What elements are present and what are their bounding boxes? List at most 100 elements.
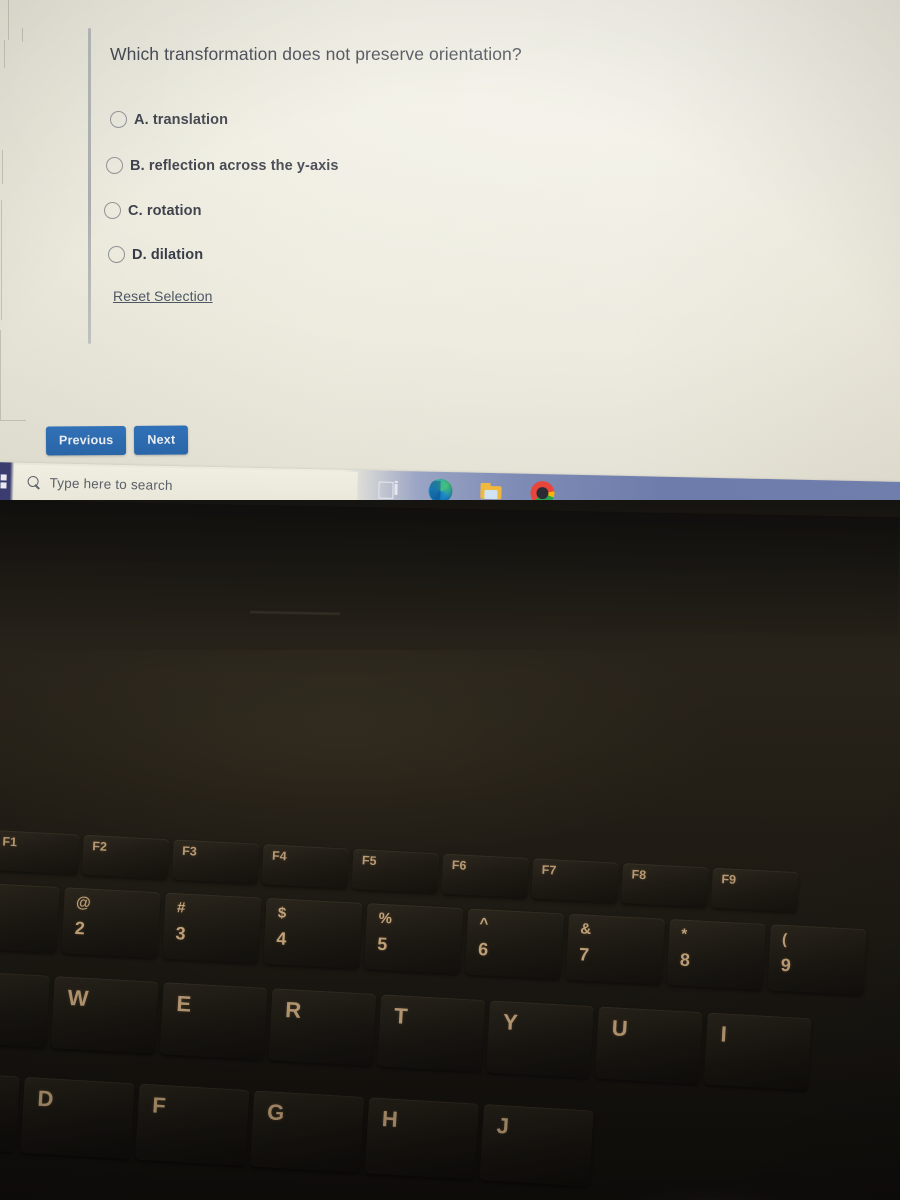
key-d[interactable]: D	[20, 1076, 135, 1160]
key-label: G	[266, 1099, 285, 1126]
radio-button-c[interactable]	[104, 202, 121, 219]
windows-logo-icon	[0, 474, 7, 489]
key-label: R	[284, 997, 302, 1023]
key-9[interactable]: ( 9	[767, 924, 867, 996]
laptop-screen: Which transformation does not preserve o…	[0, 0, 900, 512]
key-label: F8	[631, 867, 647, 883]
page-title: Which transformation does not preserve o…	[110, 44, 522, 64]
key-shift-label: %	[378, 909, 393, 928]
key-1[interactable]: ! 1	[0, 882, 60, 953]
key-q[interactable]: Q	[0, 970, 50, 1048]
laptop-photo: Which transformation does not preserve o…	[0, 0, 900, 1200]
key-label: H	[381, 1106, 399, 1132]
answer-option-a-label: A. translation	[134, 111, 229, 128]
laptop-body: F1 F2 F3 F4 F5 F6 F7 F8 F9 ! 1 @ 2 # 3 $…	[0, 500, 900, 1200]
answer-option-c[interactable]: C. rotation	[104, 202, 202, 219]
key-label: 3	[175, 923, 187, 944]
key-shift-label: ^	[479, 915, 489, 933]
key-label: F3	[181, 843, 198, 859]
task-view-icon[interactable]	[377, 478, 402, 503]
panel-edge	[8, 0, 9, 40]
search-icon	[27, 475, 40, 489]
answer-option-b-label: B. reflection across the y-axis	[130, 157, 339, 174]
key-f9[interactable]: F9	[710, 867, 799, 913]
panel-edge	[4, 40, 5, 68]
key-label: U	[611, 1015, 629, 1042]
key-label: F	[151, 1092, 167, 1119]
key-label: F2	[91, 839, 108, 854]
key-label: F6	[451, 858, 467, 873]
key-label: W	[66, 984, 90, 1011]
key-6[interactable]: ^ 6	[464, 908, 565, 980]
question-card: Which transformation does not preserve o…	[110, 44, 830, 66]
key-label: E	[175, 990, 192, 1017]
key-u[interactable]: U	[594, 1006, 703, 1085]
panel-edge	[0, 420, 26, 421]
key-f6[interactable]: F6	[441, 853, 530, 898]
search-placeholder: Type here to search	[49, 474, 173, 493]
key-label: Y	[502, 1009, 519, 1035]
keyboard-home-row: S D F G H J	[0, 1070, 594, 1187]
key-f5[interactable]: F5	[351, 848, 440, 894]
quiz-navigation: Previous Next	[45, 425, 189, 456]
key-5[interactable]: % 5	[363, 903, 464, 975]
start-button[interactable]	[0, 468, 12, 495]
key-h[interactable]: H	[364, 1097, 479, 1180]
radio-button-a[interactable]	[110, 111, 127, 128]
key-4[interactable]: $ 4	[263, 897, 363, 969]
laptop-hinge	[0, 500, 900, 638]
key-s[interactable]: S	[0, 1070, 20, 1153]
key-label: F5	[361, 853, 377, 869]
keyboard-qwerty-row: Q W E R T Y U I	[0, 970, 812, 1091]
key-label: D	[36, 1085, 55, 1112]
key-label: T	[393, 1003, 409, 1029]
next-button[interactable]: Next	[134, 425, 189, 455]
answer-option-a[interactable]: A. translation	[110, 111, 228, 128]
key-e[interactable]: E	[159, 982, 268, 1060]
key-g[interactable]: G	[249, 1090, 365, 1173]
key-label: F4	[271, 848, 287, 864]
key-f1[interactable]: F1	[0, 830, 80, 875]
key-f8[interactable]: F8	[621, 862, 710, 908]
key-j[interactable]: J	[479, 1104, 594, 1187]
key-shift-label: #	[176, 899, 186, 917]
panel-edge	[0, 330, 1, 420]
deck-light-reflection	[560, 1180, 860, 1200]
key-shift-label: $	[277, 904, 287, 922]
key-7[interactable]: & 7	[565, 913, 666, 985]
answer-option-b[interactable]: B. reflection across the y-axis	[106, 157, 339, 174]
key-f3[interactable]: F3	[171, 839, 260, 884]
key-t[interactable]: T	[377, 994, 486, 1073]
reset-selection-link[interactable]: Reset Selection	[113, 288, 213, 304]
key-label: 6	[477, 939, 489, 960]
key-r[interactable]: R	[268, 988, 377, 1066]
key-8[interactable]: * 8	[666, 919, 766, 990]
key-label: F9	[721, 872, 737, 887]
radio-button-d[interactable]	[108, 246, 125, 263]
key-i[interactable]: I	[703, 1012, 812, 1091]
key-f7[interactable]: F7	[531, 858, 620, 903]
key-label: 5	[376, 933, 388, 955]
answer-option-c-label: C. rotation	[128, 202, 202, 219]
key-shift-label: *	[680, 925, 688, 943]
key-y[interactable]: Y	[486, 1000, 594, 1079]
question-block-rule	[88, 28, 91, 344]
key-shift-label: (	[781, 930, 788, 949]
key-label: I	[719, 1021, 728, 1047]
key-2[interactable]: @ 2	[61, 887, 161, 959]
key-f[interactable]: F	[135, 1083, 250, 1167]
answer-option-d[interactable]: D. dilation	[108, 246, 203, 263]
key-w[interactable]: W	[50, 976, 159, 1054]
key-f2[interactable]: F2	[81, 834, 170, 880]
key-label: 4	[275, 928, 288, 949]
panel-edge	[2, 150, 3, 184]
key-f4[interactable]: F4	[261, 844, 350, 889]
previous-button[interactable]: Previous	[45, 425, 127, 456]
key-3[interactable]: # 3	[162, 892, 262, 964]
panel-edge	[1, 200, 2, 320]
key-label: J	[496, 1112, 510, 1139]
key-label: 9	[780, 954, 792, 976]
key-label: F7	[541, 862, 557, 878]
radio-button-b[interactable]	[106, 157, 123, 174]
key-label: 7	[578, 944, 590, 965]
